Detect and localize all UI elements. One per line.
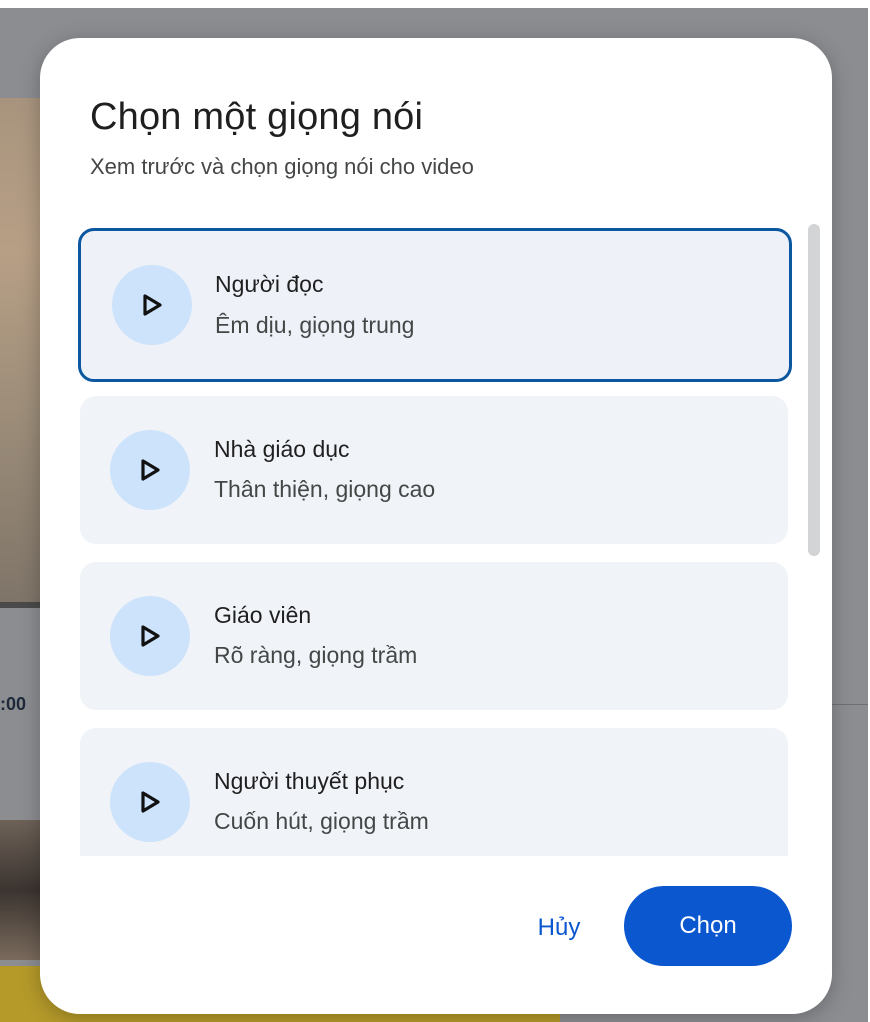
voice-name: Nhà giáo dục [214, 436, 350, 462]
voice-name: Người thuyết phục [214, 768, 405, 794]
dialog-title: Chọn một giọng nói [90, 96, 424, 138]
voice-description: Rõ ràng, giọng trầm [214, 642, 418, 668]
select-button[interactable]: Chọn [624, 886, 792, 966]
voice-option-nha-giao-duc[interactable]: Nhà giáo dục Thân thiện, giọng cao [80, 396, 788, 544]
play-icon [143, 294, 162, 316]
play-icon [141, 791, 160, 813]
voice-name: Người đọc [215, 271, 324, 297]
play-preview-button[interactable] [110, 596, 190, 676]
voice-option-giao-vien[interactable]: Giáo viên Rõ ràng, giọng trầm [80, 562, 788, 710]
voice-description: Thân thiện, giọng cao [214, 476, 436, 502]
voice-option-nguoi-thuyet-phuc[interactable]: Người thuyết phục Cuốn hút, giọng trầm [80, 728, 788, 856]
voice-description: Êm dịu, giọng trung [215, 312, 415, 338]
voice-list-scrollbar[interactable] [808, 224, 820, 556]
play-icon [141, 459, 160, 481]
voice-list[interactable]: Người đọc Êm dịu, giọng trung Nhà giáo d… [78, 226, 794, 856]
play-icon [141, 625, 160, 647]
dialog-subtitle: Xem trước và chọn giọng nói cho video [90, 154, 474, 179]
cancel-button[interactable]: Hủy [516, 904, 602, 952]
voice-name: Giáo viên [214, 602, 312, 628]
voice-picker-dialog: Chọn một giọng nói Xem trước và chọn giọ… [40, 38, 832, 1014]
voice-description: Cuốn hút, giọng trầm [214, 808, 429, 834]
play-preview-button[interactable] [110, 762, 190, 842]
voice-option-nguoi-doc[interactable]: Người đọc Êm dịu, giọng trung [78, 228, 792, 382]
background-timestamp: :00 [0, 694, 27, 714]
play-preview-button[interactable] [112, 265, 192, 345]
play-preview-button[interactable] [110, 430, 190, 510]
